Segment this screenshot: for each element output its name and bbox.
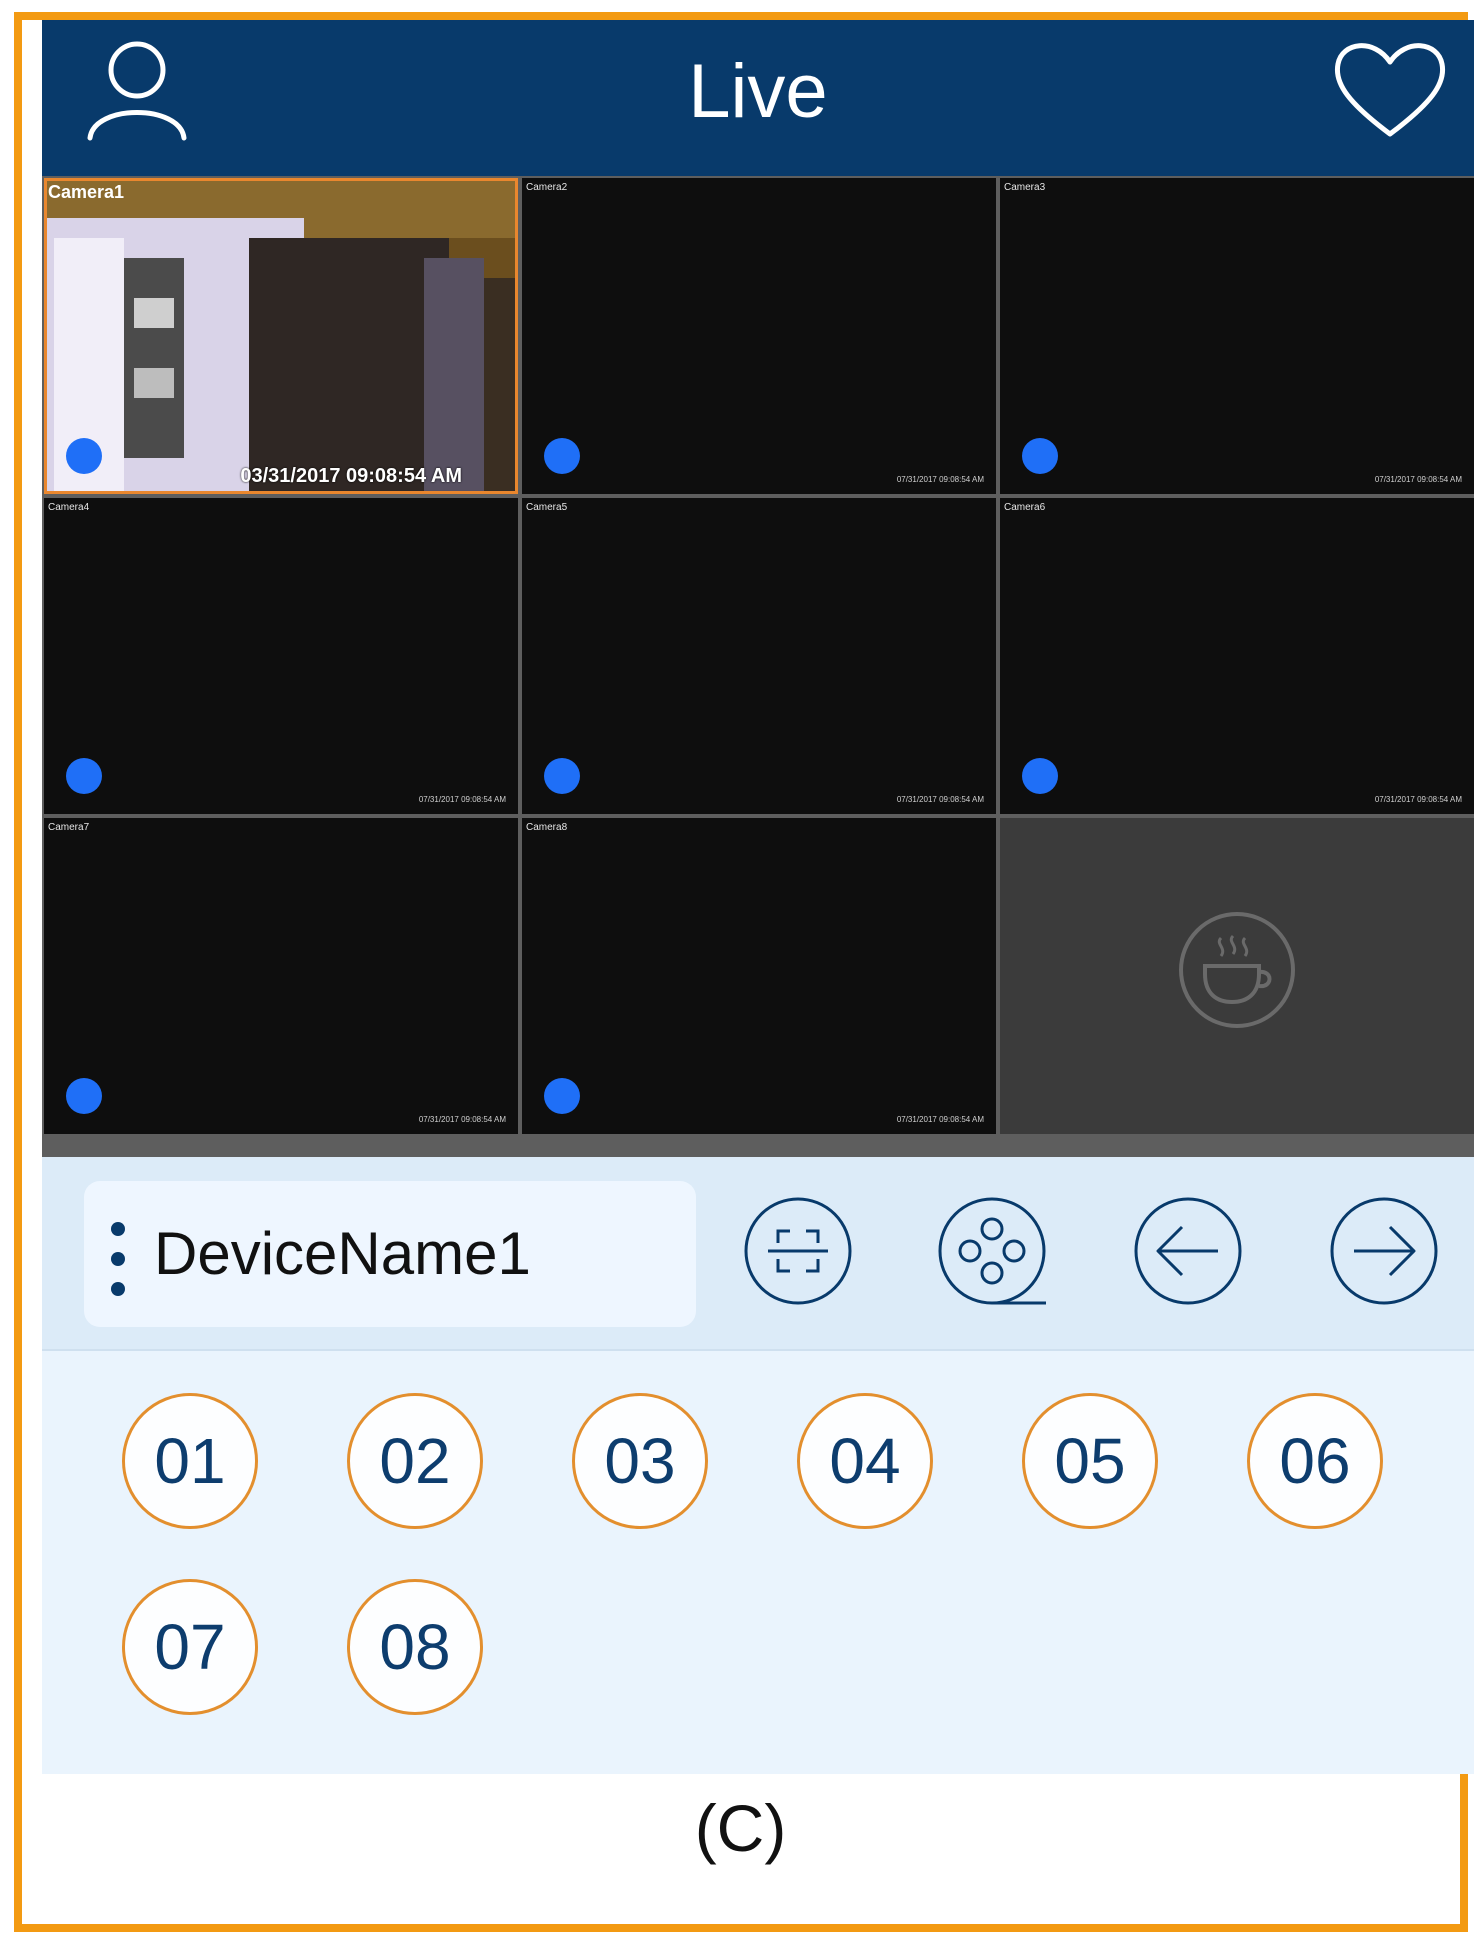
previous-arrow-icon[interactable] <box>1132 1195 1244 1307</box>
channel-selector: 01 02 03 04 05 06 07 08 <box>42 1351 1474 1774</box>
camera-timestamp: 07/31/2017 09:08:54 AM <box>896 1115 984 1124</box>
camera-tile[interactable]: Camera7 07/31/2017 09:08:54 AM <box>44 818 518 1134</box>
heart-icon[interactable] <box>1330 34 1450 146</box>
channel-button-02[interactable]: 02 <box>347 1393 483 1529</box>
camera-name: Camera8 <box>526 822 568 833</box>
recording-indicator <box>544 758 580 794</box>
camera-name: Camera1 <box>48 182 125 202</box>
device-selector[interactable]: DeviceName1 <box>84 1181 696 1327</box>
camera-feed-image <box>44 178 518 494</box>
recording-indicator <box>66 1078 102 1114</box>
camera-tile[interactable]: Camera8 07/31/2017 09:08:54 AM <box>522 818 996 1134</box>
camera-name: Camera2 <box>526 182 568 193</box>
channel-button-08[interactable]: 08 <box>347 1579 483 1715</box>
channel-button-03[interactable]: 03 <box>572 1393 708 1529</box>
camera-name: Camera5 <box>526 502 568 513</box>
recording-indicator <box>544 438 580 474</box>
coffee-cup-icon <box>1179 912 1295 1028</box>
camera-tile[interactable]: Camera1 03/31/2017 09:08:54 AM <box>44 178 518 494</box>
user-icon[interactable] <box>82 34 192 146</box>
camera-timestamp: 07/31/2017 09:08:54 AM <box>1374 795 1462 804</box>
film-reel-icon[interactable] <box>936 1195 1048 1307</box>
camera-grid: Camera1 03/31/2017 09:08:54 AM Camera2 07/3… <box>42 176 1474 1157</box>
channel-button-04[interactable]: 04 <box>797 1393 933 1529</box>
app-screen: Live Camera1 03/31/2017 09:08:54 AM Camera… <box>42 20 1474 1774</box>
channel-button-01[interactable]: 01 <box>122 1393 258 1529</box>
recording-indicator <box>66 438 102 474</box>
camera-timestamp: 07/31/2017 09:08:54 AM <box>896 475 984 484</box>
next-arrow-icon[interactable] <box>1328 1195 1440 1307</box>
page-title: Live <box>688 49 828 134</box>
camera-name: Camera4 <box>48 502 90 513</box>
camera-tile[interactable]: Camera5 07/31/2017 09:08:54 AM <box>522 498 996 814</box>
camera-name: Camera3 <box>1004 182 1046 193</box>
recording-indicator <box>544 1078 580 1114</box>
device-toolbar: DeviceName1 <box>42 1157 1474 1351</box>
channel-button-07[interactable]: 07 <box>122 1579 258 1715</box>
camera-timestamp: 07/31/2017 09:08:54 AM <box>1374 475 1462 484</box>
camera-timestamp: 03/31/2017 09:08:54 AM <box>240 465 462 487</box>
more-options-icon[interactable] <box>108 1219 128 1299</box>
camera-timestamp: 07/31/2017 09:08:54 AM <box>418 1115 506 1124</box>
camera-timestamp: 07/31/2017 09:08:54 AM <box>896 795 984 804</box>
camera-tile[interactable]: Camera2 07/31/2017 09:08:54 AM <box>522 178 996 494</box>
channel-button-05[interactable]: 05 <box>1022 1393 1158 1529</box>
top-bar: Live <box>42 20 1474 176</box>
empty-camera-slot[interactable] <box>1000 818 1474 1134</box>
recording-indicator <box>1022 758 1058 794</box>
camera-name: Camera7 <box>48 822 90 833</box>
camera-timestamp: 07/31/2017 09:08:54 AM <box>418 795 506 804</box>
camera-tile[interactable]: Camera6 07/31/2017 09:08:54 AM <box>1000 498 1474 814</box>
recording-indicator <box>66 758 102 794</box>
device-name: DeviceName1 <box>154 1220 531 1287</box>
camera-tile[interactable]: Camera3 07/31/2017 09:08:54 AM <box>1000 178 1474 494</box>
camera-name: Camera6 <box>1004 502 1046 513</box>
camera-tile[interactable]: Camera4 07/31/2017 09:08:54 AM <box>44 498 518 814</box>
fullscreen-icon[interactable] <box>742 1195 854 1307</box>
recording-indicator <box>1022 438 1058 474</box>
channel-button-06[interactable]: 06 <box>1247 1393 1383 1529</box>
figure-caption: (C) <box>694 1791 787 1865</box>
